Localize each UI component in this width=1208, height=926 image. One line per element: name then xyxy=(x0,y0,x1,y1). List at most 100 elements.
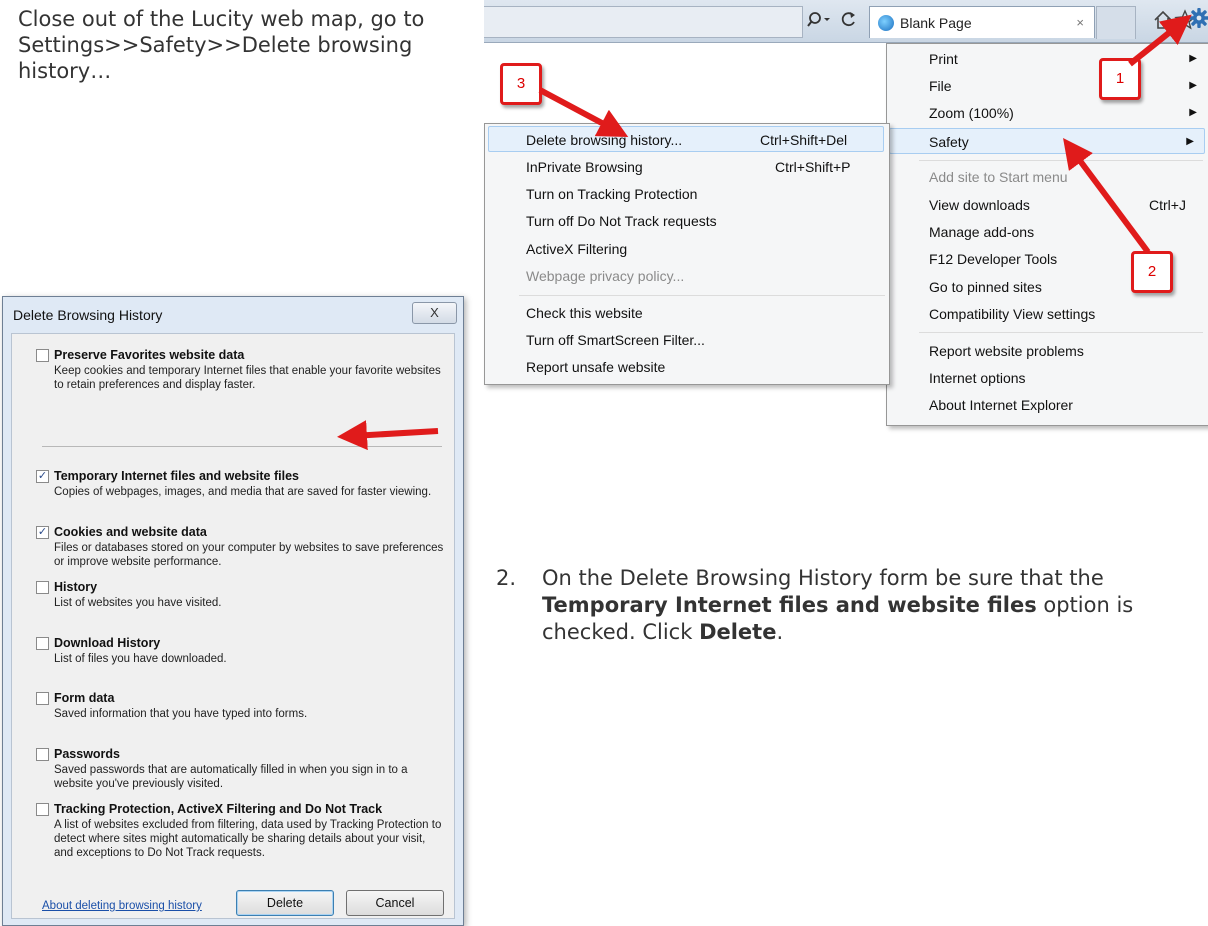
new-tab-button[interactable] xyxy=(1096,6,1136,39)
option-description: A list of websites excluded from filteri… xyxy=(54,819,442,859)
option-description: List of websites you have visited. xyxy=(54,597,222,609)
search-dropdown-icon[interactable] xyxy=(807,10,837,35)
menu-shortcut: Ctrl+Shift+Del xyxy=(760,132,848,148)
option-description: List of files you have downloaded. xyxy=(54,653,227,665)
callout-2: 2 xyxy=(1131,251,1173,293)
menu-item-compat-view[interactable]: Compatibility View settings xyxy=(887,301,1207,327)
menu-item-activex-filtering[interactable]: ActiveX Filtering xyxy=(485,236,887,262)
menu-item-delete-browsing-history[interactable]: Delete browsing history... Ctrl+Shift+De… xyxy=(488,126,884,152)
delete-button[interactable]: Delete xyxy=(236,890,334,916)
menu-item-label: Manage add-ons xyxy=(929,224,1035,240)
menu-item-label: InPrivate Browsing xyxy=(526,159,643,175)
address-bar[interactable] xyxy=(484,6,803,38)
menu-item-zoom[interactable]: Zoom (100%) ▶ xyxy=(887,100,1207,126)
step-2-instruction: 2. On the Delete Browsing History form b… xyxy=(496,565,1196,646)
dialog-close-button[interactable]: X xyxy=(412,302,457,324)
step-number: 2. xyxy=(496,566,517,590)
checkbox-checked[interactable]: ✓ xyxy=(36,470,49,483)
submenu-arrow-icon: ▶ xyxy=(1189,107,1197,118)
menu-item-label: File xyxy=(929,78,952,94)
menu-item-label: Compatibility View settings xyxy=(929,306,1096,322)
checkbox[interactable] xyxy=(36,692,49,705)
menu-item-label: ActiveX Filtering xyxy=(526,241,628,257)
checkbox[interactable] xyxy=(36,803,49,816)
menu-item-privacy-policy[interactable]: Webpage privacy policy... xyxy=(485,263,887,289)
menu-item-label: Check this website xyxy=(526,305,643,321)
option-title: Temporary Internet files and website fil… xyxy=(54,469,299,483)
step-2-text-part: On the Delete Browsing History form be s… xyxy=(542,566,1104,590)
checkbox[interactable] xyxy=(36,748,49,761)
menu-item-file[interactable]: File ▶ xyxy=(887,73,1207,99)
menu-item-view-downloads[interactable]: View downloads Ctrl+J xyxy=(887,192,1207,218)
checkbox[interactable] xyxy=(36,349,49,362)
menu-item-report-problems[interactable]: Report website problems xyxy=(887,338,1207,364)
option-title: Download History xyxy=(54,636,161,650)
safety-submenu: Delete browsing history... Ctrl+Shift+De… xyxy=(484,123,890,385)
menu-item-check-website[interactable]: Check this website xyxy=(485,300,887,326)
refresh-icon[interactable] xyxy=(840,10,858,35)
step-2-text: On the Delete Browsing History form be s… xyxy=(542,565,1196,646)
menu-item-label: View downloads xyxy=(929,197,1030,213)
menu-separator xyxy=(919,160,1203,161)
about-deleting-history-link[interactable]: About deleting browsing history xyxy=(42,900,202,912)
menu-shortcut: Ctrl+J xyxy=(1149,197,1186,213)
option-description: Saved information that you have typed in… xyxy=(54,708,308,720)
menu-item-label: About Internet Explorer xyxy=(929,397,1073,413)
menu-item-label: Webpage privacy policy... xyxy=(526,268,685,284)
menu-item-add-site-start[interactable]: Add site to Start menu xyxy=(887,164,1207,190)
menu-item-internet-options[interactable]: Internet options xyxy=(887,365,1207,391)
checkbox-checked[interactable]: ✓ xyxy=(36,526,49,539)
menu-item-label: Internet options xyxy=(929,370,1026,386)
home-icon[interactable] xyxy=(1152,9,1174,35)
menu-item-safety[interactable]: Safety ▶ xyxy=(889,128,1205,154)
menu-item-label: Report website problems xyxy=(929,343,1084,359)
step-2-text-part: . xyxy=(776,620,784,644)
menu-item-tracking-protection[interactable]: Turn on Tracking Protection xyxy=(485,181,887,207)
menu-item-label: F12 Developer Tools xyxy=(929,251,1058,267)
option-description: Files or databases stored on your comput… xyxy=(54,542,444,568)
browser-toolbar: Blank Page × xyxy=(484,0,1208,43)
menu-item-label: Zoom (100%) xyxy=(929,105,1014,121)
option-description: Saved passwords that are automatically f… xyxy=(54,764,408,790)
step-2-bold-delete: Delete xyxy=(699,620,777,644)
menu-item-label: Add site to Start menu xyxy=(929,169,1068,185)
submenu-arrow-icon: ▶ xyxy=(1186,136,1194,147)
callout-3: 3 xyxy=(500,63,542,105)
menu-item-smartscreen[interactable]: Turn off SmartScreen Filter... xyxy=(485,327,887,353)
checkbox[interactable] xyxy=(36,581,49,594)
menu-item-label: Turn off Do Not Track requests xyxy=(526,213,717,229)
menu-item-inprivate[interactable]: InPrivate Browsing Ctrl+Shift+P xyxy=(485,154,887,180)
callout-1: 1 xyxy=(1099,58,1141,100)
dialog-body: Preserve Favorites website data Keep coo… xyxy=(11,333,455,919)
option-title: Preserve Favorites website data xyxy=(54,348,245,362)
menu-item-about-ie[interactable]: About Internet Explorer xyxy=(887,392,1207,418)
menu-item-do-not-track[interactable]: Turn off Do Not Track requests xyxy=(485,208,887,234)
menu-item-label: Print xyxy=(929,51,958,67)
tab-blank-page[interactable]: Blank Page × xyxy=(869,6,1095,38)
menu-item-manage-addons[interactable]: Manage add-ons xyxy=(887,219,1207,245)
option-title: Passwords xyxy=(54,747,121,761)
menu-separator xyxy=(519,295,885,296)
option-description: Keep cookies and temporary Internet file… xyxy=(54,365,441,391)
menu-item-print[interactable]: Print ▶ xyxy=(887,46,1207,72)
option-title: History xyxy=(54,580,98,594)
submenu-arrow-icon: ▶ xyxy=(1189,80,1197,91)
step-2-bold-option: Temporary Internet files and website fil… xyxy=(542,593,1037,617)
menu-shortcut: Ctrl+Shift+P xyxy=(775,159,851,175)
menu-item-label: Delete browsing history... xyxy=(526,132,683,148)
checkbox[interactable] xyxy=(36,637,49,650)
cancel-button[interactable]: Cancel xyxy=(346,890,444,916)
option-title: Form data xyxy=(54,691,115,705)
menu-item-label: Turn off SmartScreen Filter... xyxy=(526,332,705,348)
menu-item-label: Turn on Tracking Protection xyxy=(526,186,698,202)
tab-close-icon[interactable]: × xyxy=(1076,7,1084,39)
submenu-arrow-icon: ▶ xyxy=(1189,53,1197,64)
menu-item-label: Go to pinned sites xyxy=(929,279,1042,295)
delete-browsing-history-dialog: Delete Browsing History X Preserve Favor… xyxy=(2,296,464,926)
option-description: Copies of webpages, images, and media th… xyxy=(54,486,432,498)
menu-item-report-unsafe[interactable]: Report unsafe website xyxy=(485,354,887,380)
ie-icon xyxy=(878,15,894,31)
gear-icon[interactable] xyxy=(1188,6,1208,34)
menu-item-label: Safety xyxy=(929,134,969,150)
intro-instruction: Close out of the Lucity web map, go to S… xyxy=(18,7,425,83)
